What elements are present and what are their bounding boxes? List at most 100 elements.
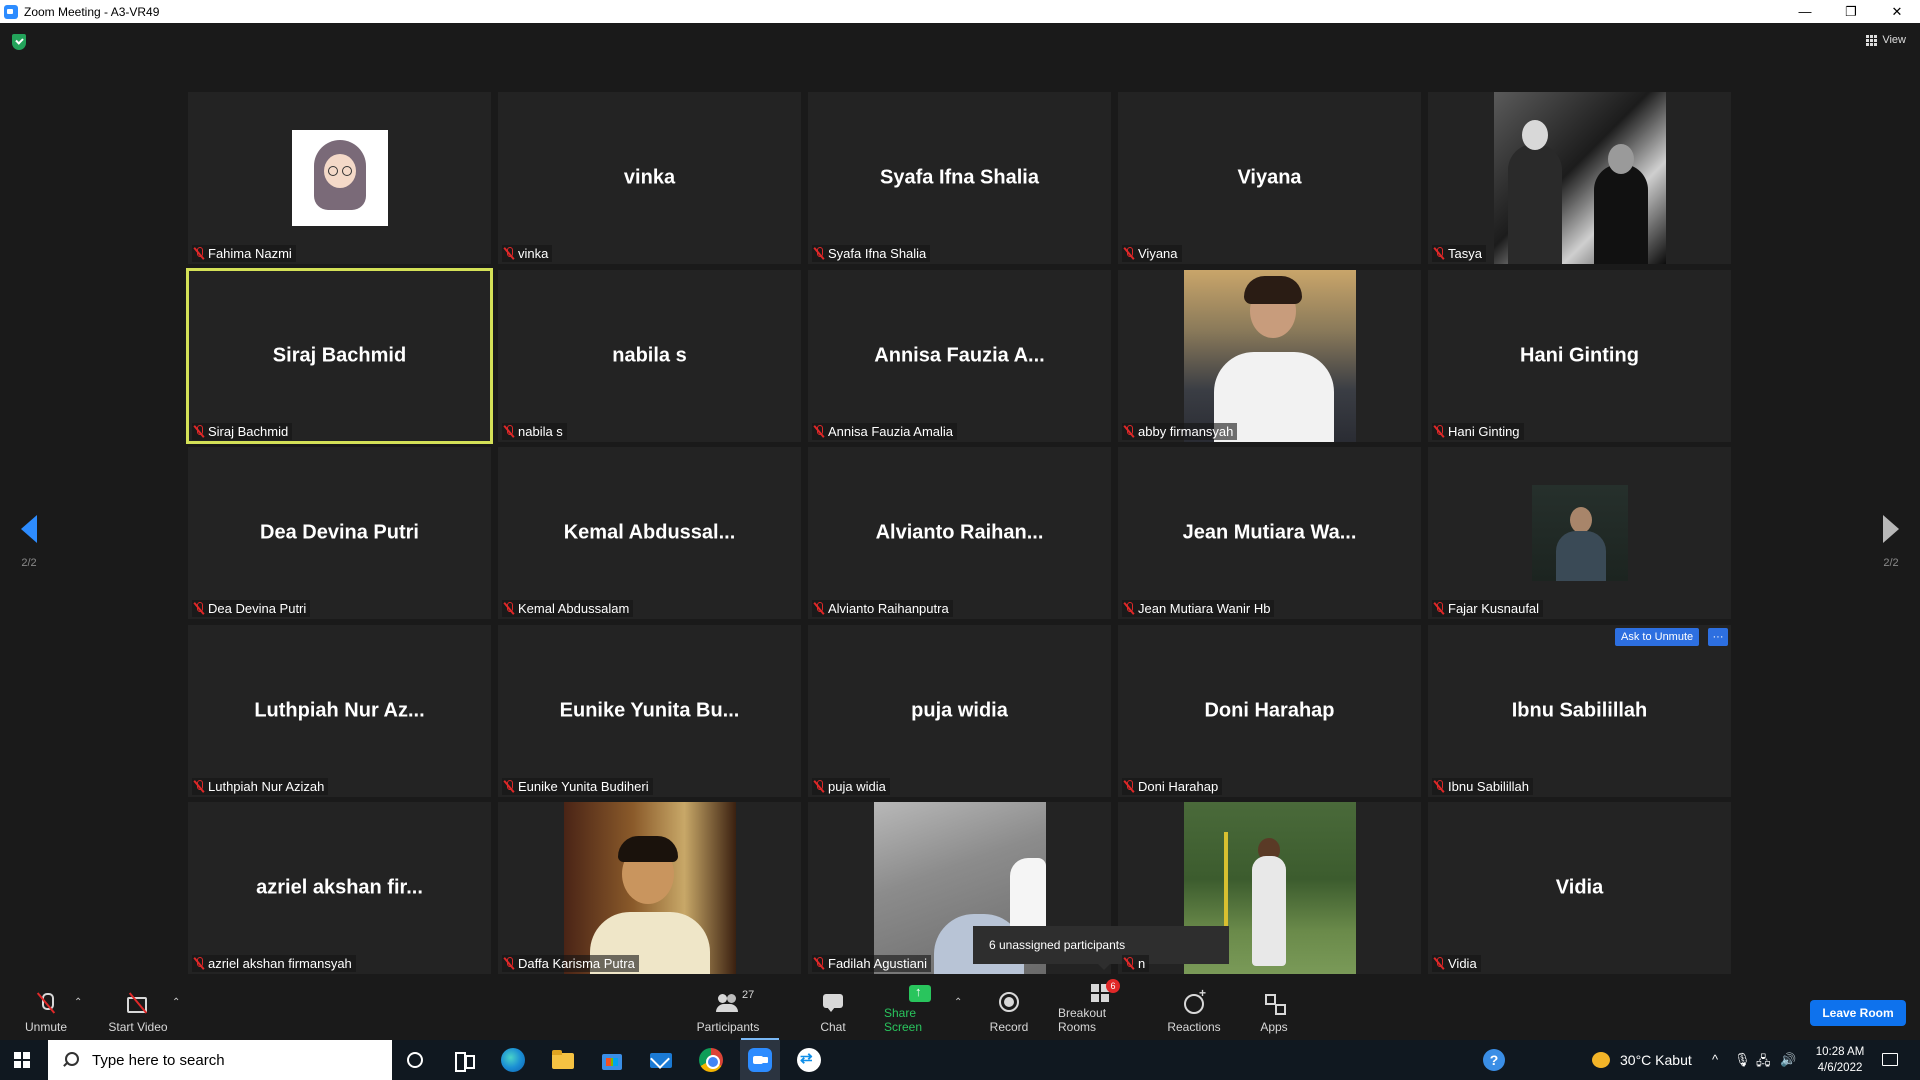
participant-tile[interactable]: Doni Harahap Doni Harahap: [1118, 624, 1421, 797]
participant-tile[interactable]: Luthpiah Nur Az... Luthpiah Nur Azizah: [188, 624, 491, 797]
participant-tile[interactable]: Jean Mutiara Wa... Jean Mutiara Wanir Hb: [1118, 447, 1421, 619]
chrome-icon[interactable]: [699, 1048, 723, 1072]
participants-button[interactable]: 27 Participants: [695, 983, 761, 1040]
participant-tile[interactable]: Vidia Vidia: [1428, 802, 1731, 974]
microphone-tray-icon[interactable]: 🎙: [1734, 1052, 1751, 1068]
restore-button[interactable]: ❐: [1828, 0, 1874, 23]
participant-tile[interactable]: Tasya: [1428, 92, 1731, 264]
participant-tile[interactable]: abby firmansyah: [1118, 269, 1421, 442]
windows-taskbar: Type here to search ? 30°C Kabut ^ 🎙 🖧 🔊…: [0, 1040, 1920, 1080]
breakout-rooms-badge: 6: [1106, 979, 1120, 993]
participant-tile[interactable]: nabila s nabila s: [498, 269, 801, 442]
mic-muted-icon: [194, 779, 204, 793]
participant-display-name: Annisa Fauzia A...: [874, 344, 1045, 366]
participant-name-label: Fahima Nazmi: [192, 245, 296, 262]
teamviewer-icon[interactable]: [797, 1048, 821, 1072]
mic-muted-icon: [1124, 779, 1134, 793]
mic-muted-icon: [194, 957, 204, 970]
share-screen-label: Share Screen: [884, 1006, 923, 1034]
participant-tile[interactable]: Alvianto Raihan... Alvianto Raihanputra: [808, 447, 1111, 619]
cortana-icon[interactable]: [407, 1052, 423, 1068]
participants-count: 27: [742, 989, 755, 1001]
minimize-button[interactable]: —: [1782, 0, 1828, 23]
video-options-caret-icon[interactable]: ⌃: [172, 997, 180, 1008]
share-options-caret-icon[interactable]: ⌃: [954, 997, 962, 1008]
mail-icon[interactable]: [649, 1048, 673, 1072]
participant-tile[interactable]: Ibnu Sabilillah Ibnu Sabilillah: [1428, 624, 1731, 797]
reactions-button[interactable]: Reactions: [1166, 983, 1222, 1040]
help-icon[interactable]: ?: [1483, 1049, 1505, 1071]
participant-tile[interactable]: Dea Devina Putri Dea Devina Putri: [188, 447, 491, 619]
mic-muted-icon: [1124, 602, 1134, 615]
mic-muted-icon: [1124, 957, 1134, 970]
participant-tile[interactable]: Siraj Bachmid Siraj Bachmid: [186, 267, 493, 444]
participant-display-name: Hani Ginting: [1520, 344, 1639, 366]
more-options-button[interactable]: ···: [1708, 628, 1728, 646]
leave-room-button[interactable]: Leave Room: [1810, 1000, 1906, 1026]
participant-tile[interactable]: Kemal Abdussal... Kemal Abdussalam: [498, 447, 801, 619]
file-explorer-icon[interactable]: [551, 1048, 575, 1072]
weather-icon[interactable]: [1592, 1052, 1610, 1068]
participant-tile[interactable]: Syafa Ifna Shalia Syafa Ifna Shalia: [808, 92, 1111, 264]
participant-display-name: Siraj Bachmid: [272, 344, 407, 366]
mic-muted-icon: [1434, 424, 1444, 438]
window-title: Zoom Meeting - A3-VR49: [24, 4, 160, 19]
zoom-taskbar-icon[interactable]: [748, 1048, 772, 1072]
participant-tile[interactable]: azriel akshan fir... azriel akshan firman…: [188, 802, 491, 974]
participant-display-name: puja widia: [911, 699, 1008, 721]
participant-tile[interactable]: puja widia puja widia: [808, 624, 1111, 797]
chat-button[interactable]: Chat: [812, 983, 854, 1040]
mic-muted-icon: [194, 424, 204, 438]
tray-chevron-icon[interactable]: ^: [1712, 1052, 1718, 1067]
participant-name-label: n: [1122, 955, 1150, 972]
weather-text[interactable]: 30°C Kabut: [1620, 1052, 1692, 1068]
encryption-shield-icon[interactable]: [12, 34, 26, 50]
audio-options-caret-icon[interactable]: ⌃: [74, 997, 82, 1008]
participant-tile[interactable]: Eunike Yunita Bu... Eunike Yunita Budiher…: [498, 624, 801, 797]
participant-display-name: Alvianto Raihan...: [875, 521, 1044, 544]
clock[interactable]: 10:28 AM 4/6/2022: [1810, 1044, 1870, 1076]
participant-tile[interactable]: Hani Ginting Hani Ginting: [1428, 269, 1731, 442]
apps-button[interactable]: Apps: [1256, 983, 1292, 1040]
microsoft-store-icon[interactable]: [600, 1048, 624, 1072]
record-icon: [997, 992, 1021, 1014]
participant-tile[interactable]: Daffa Karisma Putra: [498, 802, 801, 974]
participant-tile[interactable]: Fajar Kusnaufal: [1428, 447, 1731, 619]
taskbar-search-box[interactable]: Type here to search: [48, 1040, 392, 1080]
unmute-button[interactable]: Unmute: [20, 983, 72, 1040]
start-video-button[interactable]: Start Video: [106, 983, 170, 1040]
video-feed: [563, 802, 736, 974]
share-screen-button[interactable]: Share Screen: [884, 983, 956, 1040]
network-icon[interactable]: 🖧: [1756, 1052, 1771, 1074]
participant-name-label: Jean Mutiara Wanir Hb: [1122, 600, 1275, 617]
edge-browser-icon[interactable]: [501, 1048, 525, 1072]
participant-name: Viyana: [1138, 246, 1178, 261]
participant-tile[interactable]: vinka vinka: [498, 92, 801, 264]
search-placeholder: Type here to search: [92, 1051, 225, 1069]
participant-tile[interactable]: Fahima Nazmi: [188, 92, 491, 264]
view-button[interactable]: View: [1866, 34, 1906, 46]
windows-start-icon[interactable]: [14, 1052, 30, 1068]
clock-date: 4/6/2022: [1817, 1062, 1863, 1074]
record-button[interactable]: Record: [986, 983, 1032, 1040]
participant-display-name: Dea Devina Putri: [260, 521, 419, 544]
participant-tile[interactable]: Annisa Fauzia A... Annisa Fauzia Amalia: [808, 269, 1111, 442]
apps-icon: [1262, 992, 1286, 1014]
mic-muted-icon: [504, 247, 514, 260]
volume-icon[interactable]: 🔊: [1780, 1052, 1796, 1068]
view-label: View: [1882, 34, 1906, 46]
next-page-button[interactable]: 2/2: [1876, 515, 1906, 569]
video-feed: [1183, 269, 1356, 442]
task-view-icon[interactable]: [452, 1048, 476, 1072]
participant-tile[interactable]: Viyana Viyana: [1118, 92, 1421, 264]
participant-name-label: Eunike Yunita Budiheri: [502, 777, 653, 795]
notifications-icon[interactable]: [1882, 1053, 1898, 1066]
previous-page-button[interactable]: 2/2: [14, 515, 44, 569]
ask-to-unmute-button[interactable]: Ask to Unmute: [1615, 628, 1700, 646]
search-icon: [62, 1052, 79, 1068]
mic-muted-icon: [1434, 779, 1444, 793]
breakout-rooms-button[interactable]: 6 Breakout Rooms: [1058, 979, 1146, 1040]
participant-name-label: Daffa Karisma Putra: [502, 955, 639, 972]
close-button[interactable]: ✕: [1874, 0, 1920, 23]
participant-name-label: Dea Devina Putri: [192, 600, 311, 617]
